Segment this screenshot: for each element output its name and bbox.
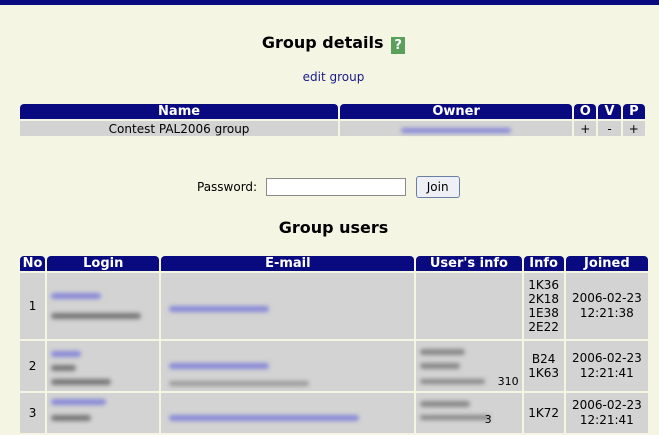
user-no: 3	[20, 393, 46, 433]
user-login-blurred	[47, 273, 160, 339]
group-table-header: Name Owner O V P	[20, 104, 645, 119]
userinfo-redacted	[420, 349, 466, 355]
group-v: -	[598, 121, 621, 136]
col-login: Login	[47, 256, 160, 271]
email-redacted	[169, 381, 310, 386]
col-name: Name	[20, 104, 339, 119]
col-v: V	[598, 104, 621, 119]
email-redacted	[169, 415, 360, 421]
users-table: No Login E-mail User's info Info Joined …	[18, 254, 650, 435]
col-users-info: User's info	[416, 256, 522, 271]
info-code: 2E22	[528, 320, 559, 334]
col-p: P	[622, 104, 645, 119]
group-row: Contest PAL2006 group + - +	[20, 121, 645, 136]
login-redacted	[51, 415, 92, 421]
user-joined: 2006-02-23 12:21:41	[565, 341, 648, 391]
password-input[interactable]	[265, 178, 406, 196]
edit-group-link[interactable]: edit group	[0, 70, 659, 84]
email-redacted	[169, 363, 270, 369]
help-icon[interactable]: ?	[391, 37, 406, 54]
table-row: 1 1K36 2K18 1E38 2E22 2006-02-23 12:21:3…	[20, 273, 648, 339]
join-button[interactable]: Join	[415, 176, 460, 198]
userinfo-redacted	[420, 401, 471, 407]
group-o: +	[574, 121, 597, 136]
user-info-cell: 310	[416, 341, 522, 391]
user-login-blurred	[47, 341, 160, 391]
table-row: 3 3 1K72 2006-02-23 12:21:41	[20, 393, 648, 433]
info-code: 1K63	[528, 366, 560, 380]
user-info-suffix: 310	[497, 375, 519, 388]
userinfo-redacted	[420, 415, 491, 420]
owner-redacted	[401, 127, 512, 133]
user-login-blurred	[47, 393, 160, 433]
col-o: O	[574, 104, 597, 119]
login-redacted	[51, 313, 142, 319]
user-no: 1	[20, 273, 46, 339]
group-p: +	[622, 121, 645, 136]
col-owner: Owner	[340, 104, 573, 119]
user-info-codes: B24 1K63	[523, 341, 564, 391]
joined-time: 12:21:41	[579, 366, 634, 380]
userinfo-redacted	[420, 379, 486, 384]
users-table-header: No Login E-mail User's info Info Joined	[20, 256, 648, 271]
user-joined: 2006-02-23 12:21:41	[565, 393, 648, 433]
joined-date: 2006-02-23	[571, 291, 642, 305]
email-redacted	[169, 306, 270, 312]
col-email: E-mail	[161, 256, 415, 271]
login-redacted	[51, 379, 112, 385]
joined-time: 12:21:41	[579, 413, 634, 427]
group-table: Name Owner O V P Contest PAL2006 group +…	[18, 102, 647, 138]
info-code: 1E38	[528, 306, 559, 320]
joined-date: 2006-02-23	[571, 351, 642, 365]
login-redacted	[51, 365, 77, 371]
user-no: 2	[20, 341, 46, 391]
joined-time: 12:21:38	[579, 306, 634, 320]
user-info-cell: 3	[416, 393, 522, 433]
user-info-codes: 1K72	[523, 393, 564, 433]
info-code: B24	[531, 352, 556, 366]
password-row: Password: Join	[197, 176, 460, 198]
login-redacted	[51, 293, 102, 299]
userinfo-redacted	[420, 363, 461, 369]
user-email-blurred	[161, 273, 415, 339]
user-joined: 2006-02-23 12:21:38	[565, 273, 648, 339]
joined-date: 2006-02-23	[571, 398, 642, 412]
user-info-cell	[416, 273, 522, 339]
user-info-suffix: 3	[484, 413, 492, 426]
info-code: 2K18	[528, 292, 560, 306]
user-email-blurred	[161, 341, 415, 391]
password-label: Password:	[197, 180, 258, 194]
col-info: Info	[523, 256, 564, 271]
table-row: 2 310 B24 1K63 2006-02-23 12:21:41	[20, 341, 648, 391]
info-code: 1K36	[528, 278, 560, 292]
login-redacted	[51, 351, 82, 357]
group-name: Contest PAL2006 group	[20, 121, 339, 136]
group-owner-blurred	[340, 121, 573, 136]
page-title-text: Group details	[261, 33, 384, 52]
user-info-codes: 1K36 2K18 1E38 2E22	[523, 273, 564, 339]
login-redacted	[51, 399, 107, 405]
col-joined: Joined	[565, 256, 648, 271]
page-title: Group details ?	[0, 33, 659, 54]
top-bar	[0, 0, 659, 5]
info-code: 1K72	[528, 406, 560, 420]
col-no: No	[20, 256, 46, 271]
group-users-title: Group users	[278, 218, 389, 237]
user-email-blurred	[161, 393, 415, 433]
